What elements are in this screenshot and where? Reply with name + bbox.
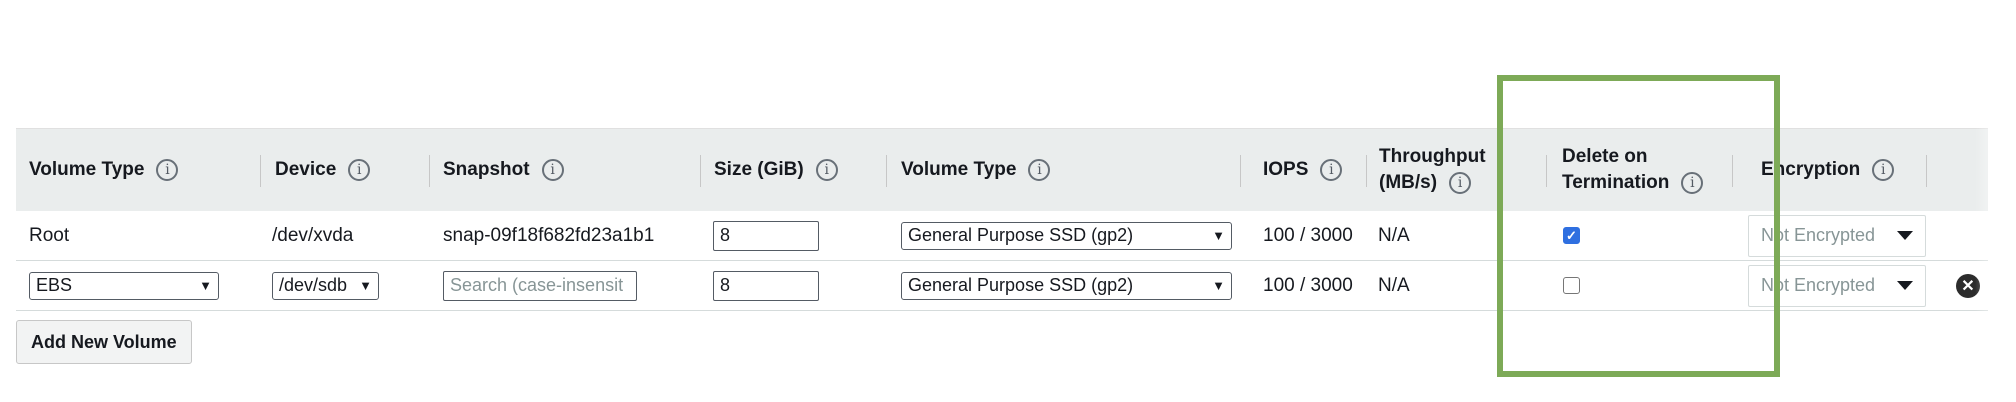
column-divider <box>1732 155 1733 187</box>
col-delete-on-termination: Delete on Termination i <box>1562 129 1704 211</box>
col-snapshot: Snapshot i <box>443 129 564 211</box>
throughput-text: N/A <box>1378 224 1410 246</box>
info-icon[interactable]: i <box>348 159 371 181</box>
col-volume-type: Volume Type i <box>29 129 179 211</box>
chevron-down-icon: ▼ <box>1212 278 1225 293</box>
column-divider <box>886 155 887 187</box>
iops-text: 100 / 3000 <box>1263 224 1353 246</box>
snapshot-text: snap-09f18f682fd23a1b1 <box>443 224 655 246</box>
encryption-select[interactable]: Not Encrypted <box>1748 264 1926 307</box>
ebs-volume-type-select[interactable]: General Purpose SSD (gp2) ▼ <box>901 271 1232 300</box>
volume-type-select[interactable]: EBS ▼ <box>29 271 219 300</box>
chevron-down-icon: ▼ <box>359 278 372 293</box>
column-divider <box>260 155 261 187</box>
throughput-text: N/A <box>1378 274 1410 296</box>
delete-on-termination-checkbox[interactable]: ✓ <box>1563 227 1580 244</box>
delete-on-termination-checkbox[interactable] <box>1563 277 1580 294</box>
info-icon[interactable]: i <box>815 159 838 181</box>
caret-down-icon <box>1897 281 1913 290</box>
column-divider <box>429 155 430 187</box>
table-row-ebs: EBS ▼ /dev/sdb ▼ Search (case-insensit 8… <box>16 261 1988 311</box>
iops-text: 100 / 3000 <box>1263 274 1353 296</box>
volume-type-text: Root <box>29 224 70 246</box>
col-iops: IOPS i <box>1263 129 1343 211</box>
info-icon[interactable]: i <box>1449 172 1472 194</box>
info-icon[interactable]: i <box>1320 159 1343 181</box>
table-row-root: Root /dev/xvda snap-09f18f682fd23a1b1 8 … <box>16 211 1988 261</box>
table-header: Volume Type i Device i Snapshot i Size (… <box>16 128 1988 211</box>
column-divider <box>1240 155 1241 187</box>
info-icon[interactable]: i <box>541 159 564 181</box>
volumes-table: Volume Type i Device i Snapshot i Size (… <box>16 128 1988 311</box>
chevron-down-icon: ▼ <box>1212 228 1225 243</box>
caret-down-icon <box>1897 231 1913 240</box>
size-input[interactable]: 8 <box>713 270 819 301</box>
column-divider <box>1926 155 1927 187</box>
scroll-fade <box>1975 114 2016 379</box>
device-text: /dev/xvda <box>272 224 354 246</box>
column-divider <box>1366 155 1367 187</box>
ebs-volume-type-select[interactable]: General Purpose SSD (gp2) ▼ <box>901 221 1232 250</box>
info-icon[interactable]: i <box>1028 159 1051 181</box>
checkmark-icon: ✓ <box>1566 227 1577 243</box>
column-divider <box>1546 155 1547 187</box>
info-icon[interactable]: i <box>1872 159 1895 181</box>
col-encryption: Encryption i <box>1761 129 1895 211</box>
col-device: Device i <box>275 129 371 211</box>
info-icon[interactable]: i <box>1681 172 1704 194</box>
col-throughput: Throughput (MB/s) i <box>1379 146 1486 194</box>
encryption-select[interactable]: Not Encrypted <box>1748 214 1926 257</box>
size-input[interactable]: 8 <box>713 220 819 251</box>
info-icon[interactable]: i <box>156 159 179 181</box>
snapshot-search-input[interactable]: Search (case-insensit <box>443 270 637 301</box>
chevron-down-icon: ▼ <box>199 278 212 293</box>
column-divider <box>700 155 701 187</box>
col-size: Size (GiB) i <box>714 129 838 211</box>
add-new-volume-button[interactable]: Add New Volume <box>16 320 192 364</box>
col-ebs-volume-type: Volume Type i <box>901 129 1051 211</box>
device-select[interactable]: /dev/sdb ▼ <box>272 271 379 300</box>
